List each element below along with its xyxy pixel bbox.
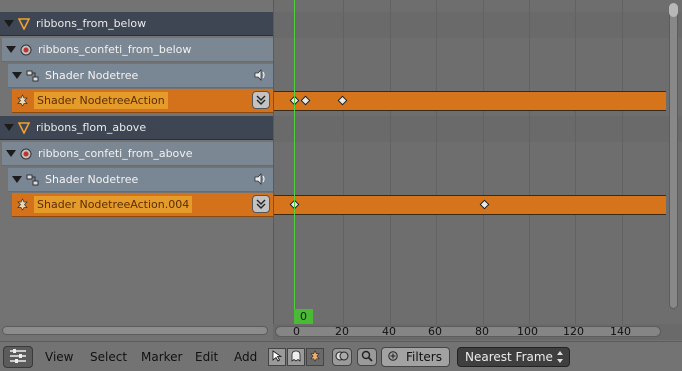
row-band [274, 116, 682, 142]
ruler-tick: 0 [293, 325, 300, 338]
channel-material-confeti-from-below[interactable]: ribbons_confeti_from_below [2, 38, 273, 62]
ruler-tick: 20 [335, 325, 349, 338]
ruler-tick: 120 [563, 325, 584, 338]
action-icon [16, 94, 29, 107]
channel-label: ribbons_from_below [36, 17, 147, 30]
channel-nodetree-2[interactable]: Shader Nodetree [8, 168, 273, 192]
material-sphere-icon [20, 44, 32, 56]
ruler-tick: 80 [475, 325, 489, 338]
channel-label: Shader Nodetree [45, 173, 139, 186]
horizontal-scrollbar[interactable] [275, 326, 661, 337]
action-icon [16, 198, 29, 211]
only-errors-button[interactable] [306, 348, 324, 366]
keyframe-diamond[interactable] [337, 95, 348, 106]
expand-triangle-icon[interactable] [6, 46, 16, 53]
keyframe-layer-2 [274, 195, 666, 215]
keyframe-layer-1 [274, 91, 666, 111]
expand-triangle-icon[interactable] [4, 124, 14, 131]
dopesheet-timeline[interactable]: 0 [273, 0, 682, 324]
push-down-icon[interactable] [252, 91, 270, 109]
channel-label: Shader NodetreeAction.004 [34, 196, 193, 213]
menu-select[interactable]: Select [90, 350, 127, 364]
search-toggle-button[interactable] [357, 348, 377, 366]
grid-line [483, 0, 484, 324]
dopesheet-header: View Select Marker Edit Add Filters Near [0, 341, 682, 371]
push-down-icon[interactable] [252, 195, 270, 213]
grid-line [622, 0, 623, 324]
menu-marker[interactable]: Marker [141, 350, 182, 364]
channel-list: ribbons_from_below ribbons_confeti_from_… [0, 0, 273, 324]
filter-plus-icon [388, 350, 398, 364]
summary-toggle-button[interactable] [332, 348, 352, 366]
expand-triangle-icon[interactable] [6, 150, 16, 157]
speaker-icon[interactable] [253, 172, 267, 189]
only-selected-button[interactable] [268, 348, 286, 366]
vertical-scrollbar-handle[interactable] [669, 3, 678, 17]
cursor-arrow-icon [272, 349, 283, 365]
show-hidden-button[interactable] [287, 348, 305, 366]
channel-action-1[interactable]: Shader NodetreeAction [12, 89, 273, 113]
node-tree-icon [26, 70, 39, 82]
grid-line [343, 0, 344, 324]
keyframe-diamond[interactable] [479, 199, 490, 210]
ruler-tick: 140 [610, 325, 631, 338]
search-icon [361, 350, 373, 365]
ruler-tick: 60 [428, 325, 442, 338]
menu-edit[interactable]: Edit [195, 350, 218, 364]
grid-line [436, 0, 437, 324]
expand-triangle-icon[interactable] [4, 20, 14, 27]
current-frame-indicator[interactable]: 0 [294, 309, 313, 324]
vertical-scrollbar[interactable] [669, 3, 678, 309]
grid-line [575, 0, 576, 324]
filters-label: Filters [406, 350, 442, 364]
channel-label: ribbons_confeti_from_below [38, 43, 192, 56]
editor-type-selector[interactable] [3, 346, 33, 368]
object-icon [18, 121, 30, 134]
ghost-icon [291, 350, 301, 365]
grid-line [390, 0, 391, 324]
channel-action-2[interactable]: Shader NodetreeAction.004 [12, 193, 273, 217]
object-icon [18, 17, 30, 30]
keyframe-diamond[interactable] [300, 95, 311, 106]
node-tree-icon [26, 174, 39, 186]
action-icon [309, 349, 321, 365]
menu-add[interactable]: Add [234, 350, 257, 364]
channel-material-confeti-from-above[interactable]: ribbons_confeti_from_above [2, 142, 273, 166]
summary-icon [335, 350, 349, 365]
material-sphere-icon [20, 148, 32, 160]
expand-triangle-icon[interactable] [12, 176, 22, 183]
snap-mode-dropdown[interactable]: Nearest Frame [457, 347, 570, 367]
channel-label: Shader NodetreeAction [34, 92, 168, 109]
ruler-tick: 100 [517, 325, 538, 338]
channel-object-ribbons-from-below[interactable]: ribbons_from_below [0, 12, 273, 36]
channel-label: ribbons_flom_above [36, 121, 147, 134]
dopesheet-icon [9, 348, 27, 366]
row-band [274, 12, 682, 38]
frame-ruler[interactable]: 0 20 40 60 80 100 120 140 [273, 324, 682, 340]
channel-horizontal-scrollbar[interactable] [2, 326, 268, 335]
ruler-tick: 40 [382, 325, 396, 338]
menu-view[interactable]: View [45, 350, 73, 364]
channel-object-ribbons-flom-above[interactable]: ribbons_flom_above [0, 116, 273, 140]
current-frame-line[interactable] [294, 0, 295, 324]
updown-arrows-icon [556, 350, 564, 367]
filters-button[interactable]: Filters [381, 347, 450, 367]
channel-label: Shader Nodetree [45, 69, 139, 82]
expand-triangle-icon[interactable] [12, 72, 22, 79]
channel-label: ribbons_confeti_from_above [38, 147, 193, 160]
channel-nodetree-1[interactable]: Shader Nodetree [8, 64, 273, 88]
snap-mode-value: Nearest Frame [465, 350, 553, 364]
grid-line [529, 0, 530, 324]
speaker-icon[interactable] [253, 68, 267, 85]
